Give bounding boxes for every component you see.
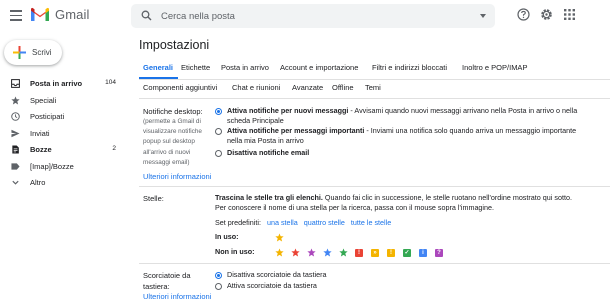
apps-grid-icon[interactable] — [564, 9, 575, 20]
star-marker-icon[interactable] — [323, 248, 332, 257]
preset-all-stars[interactable]: tutte le stelle — [351, 218, 391, 227]
tab-inbox[interactable]: Posta in arrivo — [221, 63, 269, 72]
tab-filters[interactable]: Filtri e indirizzi bloccati — [372, 63, 447, 72]
sidebar-item-label: Speciali — [30, 95, 57, 105]
tab-chat-meet[interactable]: Chat e riunioni — [232, 83, 280, 92]
sidebar-item-label: Bozze — [30, 145, 52, 154]
tab-forwarding[interactable]: Inoltro e POP/IMAP — [462, 63, 527, 72]
compose-button[interactable]: Scrivi — [4, 40, 62, 65]
notifications-more-link[interactable]: Ulteriori informazioni — [143, 172, 211, 181]
notifications-label: Notifiche desktop: — [143, 107, 203, 116]
stars-in-use-label: In uso: — [215, 232, 239, 241]
option-shortcuts-on[interactable]: Attiva scorciatoie da tastiera — [227, 281, 317, 291]
sidebar-item-label: Inviati — [30, 128, 50, 138]
search-options-icon[interactable] — [480, 14, 486, 18]
radio-notify-new[interactable] — [215, 108, 222, 115]
page-title: Impostazioni — [139, 38, 210, 52]
sidebar-item-starred[interactable]: Speciali — [0, 92, 124, 109]
sidebar-item-label: Posticipati — [30, 112, 65, 121]
tab-accounts[interactable]: Account e importazione — [280, 63, 358, 72]
stars-label: Stelle: — [143, 194, 164, 203]
sidebar-nav: Posta in arrivo 104 Speciali Posticipati… — [0, 75, 124, 191]
option-notify-new[interactable]: Attiva notifiche per nuovi messaggi - Av… — [227, 106, 607, 126]
sidebar-item-sent[interactable]: Inviati — [0, 125, 124, 142]
square-marker-icon[interactable]: ! — [355, 248, 363, 257]
square-marker-icon[interactable]: ! — [387, 248, 395, 257]
sidebar-item-more[interactable]: Altro — [0, 174, 124, 191]
stars-in-use-row — [275, 233, 291, 242]
tabs-divider — [139, 98, 610, 99]
chevron-down-icon — [12, 180, 19, 185]
shortcuts-more-link[interactable]: Ulteriori informazioni — [143, 292, 211, 301]
gmail-wordmark: Gmail — [55, 7, 90, 22]
gmail-logo[interactable]: Gmail — [30, 7, 89, 22]
send-icon — [11, 129, 20, 137]
drafts-count: 2 — [112, 145, 116, 152]
notifications-note: (permette a Gmail di visualizzare notifi… — [143, 118, 202, 166]
radio-shortcuts-on[interactable] — [215, 283, 222, 290]
option-notify-off[interactable]: Disattiva notifiche email — [227, 148, 309, 158]
tab-general[interactable]: Generali — [143, 63, 173, 72]
stars-not-in-use-row: ! »! ✓ i? — [275, 248, 451, 257]
sidebar-item-label: [Imap]/Bozze — [30, 161, 74, 171]
label-icon — [11, 162, 20, 170]
search-input[interactable] — [161, 4, 461, 28]
tab-labels[interactable]: Etichette — [181, 63, 210, 72]
preset-four-stars[interactable]: quattro stelle — [304, 218, 345, 227]
star-marker-icon[interactable] — [307, 248, 316, 257]
tab-add-ons[interactable]: Componenti aggiuntivi — [143, 83, 217, 92]
tab-themes[interactable]: Temi — [365, 83, 381, 92]
gear-icon[interactable] — [540, 8, 553, 21]
inbox-icon — [11, 79, 20, 88]
search-bar[interactable] — [131, 4, 495, 28]
sidebar-item-snoozed[interactable]: Posticipati — [0, 108, 124, 125]
tab-advanced[interactable]: Avanzate — [292, 83, 323, 92]
clock-icon — [11, 112, 20, 121]
section-divider — [139, 263, 610, 264]
preset-one-star[interactable]: una stella — [267, 218, 298, 227]
sidebar-item-inbox[interactable]: Posta in arrivo 104 — [0, 75, 124, 92]
sidebar-item-label: Posta in arrivo — [30, 79, 83, 88]
shortcuts-label-line2: tastiera: — [143, 282, 170, 291]
star-marker-icon[interactable] — [339, 248, 348, 257]
stars-description: Trascina le stelle tra gli elenchi. Quan… — [215, 193, 572, 213]
option-shortcuts-off[interactable]: Disattiva scorciatoie da tastiera — [227, 270, 326, 280]
help-icon[interactable] — [517, 8, 530, 21]
tab-offline[interactable]: Offline — [332, 83, 354, 92]
draft-icon — [12, 145, 19, 154]
square-marker-icon[interactable]: » — [371, 248, 379, 257]
stars-not-in-use-label: Non in uso: — [215, 247, 255, 256]
square-marker-icon[interactable]: ? — [435, 248, 443, 257]
unread-count: 104 — [105, 79, 116, 86]
radio-notify-important[interactable] — [215, 128, 222, 135]
square-marker-icon[interactable]: ✓ — [403, 248, 411, 257]
shortcuts-label: Scorciatoie da — [143, 271, 191, 280]
search-icon[interactable] — [141, 10, 152, 21]
section-divider — [139, 186, 610, 187]
star-marker-icon[interactable] — [275, 233, 284, 242]
sidebar-item-imap-drafts[interactable]: [Imap]/Bozze — [0, 158, 124, 175]
star-icon — [11, 95, 20, 104]
settings-tabs-row-1: Generali Etichette Posta in arrivo Accou… — [139, 60, 610, 79]
main-menu-icon[interactable] — [10, 10, 22, 21]
compose-label: Scrivi — [32, 48, 52, 57]
stars-presets: Set predefiniti: una stella quattro stel… — [215, 218, 392, 227]
gmail-m-icon — [31, 7, 49, 21]
settings-tabs-row-2: Componenti aggiuntivi Chat e riunioni Av… — [139, 80, 610, 99]
sidebar-item-label: Altro — [30, 178, 46, 187]
sidebar-item-drafts[interactable]: Bozze 2 — [0, 141, 124, 158]
star-marker-icon[interactable] — [291, 248, 300, 257]
compose-plus-icon — [13, 46, 26, 59]
star-marker-icon[interactable] — [275, 248, 284, 257]
radio-notify-off[interactable] — [215, 150, 222, 157]
option-notify-important[interactable]: Attiva notifiche per messaggi importanti… — [227, 126, 607, 146]
square-marker-icon[interactable]: i — [419, 248, 427, 257]
top-bar: Gmail — [0, 0, 610, 32]
radio-shortcuts-off[interactable] — [215, 272, 222, 279]
